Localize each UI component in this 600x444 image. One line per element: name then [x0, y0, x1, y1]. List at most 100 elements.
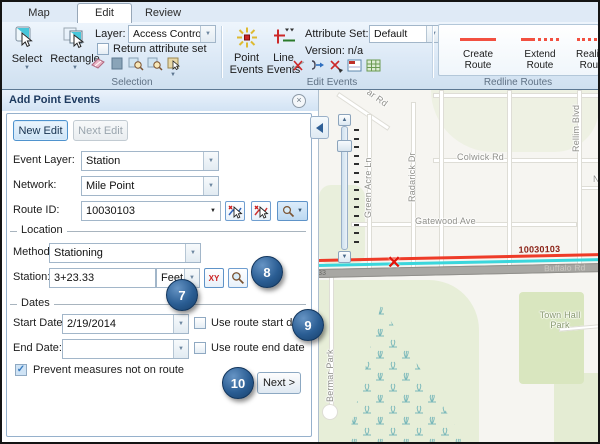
version-label: Version: n/a	[305, 45, 363, 57]
attribute-set-value: Default	[374, 28, 407, 40]
route-id-value: 10030103	[86, 205, 135, 217]
network-combobox[interactable]: Mile Point ▼	[81, 176, 219, 196]
buffalo-rd-label: Buffalo Rd	[544, 262, 586, 273]
pan-to-selection-icon[interactable]	[147, 56, 163, 71]
street-label-green-acre: Green Acre Ln	[363, 157, 373, 218]
network-arrow-icon[interactable]: ▼	[203, 177, 218, 195]
street-label: ar Rd	[365, 90, 389, 109]
zoom-slider-handle[interactable]	[337, 140, 352, 152]
create-route-label: Create Route	[463, 49, 493, 71]
event-layer-value: Station	[86, 155, 120, 167]
redline-routes-box: Create Route Extend Route Realign Route	[438, 24, 599, 76]
map-canvas[interactable]: 10030103 Buffalo Rd 33 ✕ ar Rd Colwick R…	[318, 90, 599, 442]
wetland-symbols	[347, 305, 467, 442]
layer-value: Access Control	[133, 28, 204, 40]
zoom-in-button[interactable]: ▲	[338, 114, 351, 126]
zoom-to-selection-icon[interactable]	[128, 56, 144, 71]
clear-route-selection-button[interactable]	[251, 201, 271, 221]
prevent-measures-checkbox[interactable]: ✓	[15, 364, 27, 376]
merge-events-icon[interactable]	[309, 58, 325, 73]
select-route-on-map-button[interactable]	[225, 201, 245, 221]
selection-options-icon[interactable]	[166, 56, 182, 71]
snap-event-icon[interactable]	[328, 58, 344, 73]
cul-de-sac	[322, 404, 338, 420]
point-events-button[interactable]: Point Events	[228, 25, 265, 76]
zoom-tick	[354, 155, 359, 157]
tab-review[interactable]: Review	[135, 4, 191, 22]
town-hall-park-area	[519, 292, 584, 384]
close-icon[interactable]: ×	[292, 94, 306, 108]
layer-combo-arrow-icon[interactable]: ▼	[200, 26, 215, 42]
callout-badge-7: 7	[166, 279, 198, 311]
extend-route-button[interactable]: Extend Route	[511, 30, 569, 71]
group-separator	[221, 26, 223, 78]
location-legend: Location	[17, 224, 67, 236]
xy-coordinates-button[interactable]: XY	[204, 268, 224, 288]
use-route-end-date-checkbox[interactable]	[194, 342, 206, 354]
end-date-picker[interactable]: ▼	[62, 339, 189, 359]
clear-selection-icon[interactable]	[90, 56, 106, 71]
start-date-arrow-icon[interactable]: ▼	[173, 315, 188, 333]
return-attribute-set-checkbox[interactable]	[97, 43, 109, 55]
route-id-map-label: 10030103	[519, 244, 561, 255]
tab-map[interactable]: Map	[14, 4, 64, 22]
method-arrow-icon[interactable]: ▼	[185, 244, 200, 262]
ribbon-tab-bar: Map Edit Review	[2, 2, 598, 22]
point-events-label: Point Events	[229, 52, 265, 76]
start-date-value: 2/19/2014	[67, 318, 116, 330]
next-button[interactable]: Next >	[257, 372, 301, 394]
rectangle-dropdown-icon[interactable]: ▼	[72, 65, 78, 71]
route-id-combobox[interactable]: 10030103 ▼	[81, 201, 221, 221]
collapse-panel-button[interactable]	[310, 116, 329, 139]
split-event-icon[interactable]	[290, 58, 306, 73]
station-label: Station:	[13, 271, 50, 283]
station-input[interactable]: 3+23.33	[49, 268, 156, 288]
zoom-out-button[interactable]: ▼	[338, 251, 351, 263]
select-label: Select	[12, 53, 43, 65]
callout-badge-8: 8	[251, 256, 283, 288]
zoom-tick	[354, 181, 359, 183]
event-layer-label: Event Layer:	[13, 154, 75, 166]
street-label-rellim: Rellim Blvd	[571, 105, 581, 152]
event-window-icon[interactable]	[347, 58, 363, 73]
magnifier-icon	[231, 271, 245, 285]
route-id-label: Route ID:	[13, 204, 59, 216]
network-value: Mile Point	[86, 180, 134, 192]
tab-edit[interactable]: Edit	[77, 3, 132, 23]
end-date-arrow-icon[interactable]: ▼	[173, 340, 188, 358]
event-table-icon[interactable]	[366, 58, 382, 73]
event-layer-arrow-icon[interactable]: ▼	[203, 152, 218, 170]
new-edit-button[interactable]: New Edit	[13, 120, 68, 141]
chevron-left-icon	[316, 123, 323, 133]
zoom-tick	[354, 129, 359, 131]
road	[581, 186, 599, 190]
select-dropdown-icon[interactable]: ▼	[24, 65, 30, 71]
group-separator	[432, 26, 434, 78]
select-by-area-icon[interactable]	[109, 56, 125, 71]
zoom-tick	[354, 198, 359, 200]
station-zoom-button[interactable]	[228, 268, 248, 288]
realign-route-button[interactable]: Realign Route	[571, 30, 600, 71]
network-label: Network:	[13, 179, 56, 191]
route-id-arrow-icon[interactable]: ▼	[210, 208, 216, 214]
route-zoom-dropdown-button[interactable]: ▼	[277, 201, 308, 221]
start-date-label: Start Date:	[13, 317, 66, 329]
panel-title: Add Point Events	[9, 94, 100, 106]
event-layer-combobox[interactable]: Station ▼	[81, 151, 219, 171]
station-value: 3+23.33	[54, 272, 94, 284]
zoom-tick	[354, 146, 359, 148]
extend-route-label: Extend Route	[524, 49, 555, 71]
create-route-button[interactable]: Create Route	[449, 30, 507, 71]
zoom-tick	[354, 224, 359, 226]
start-date-picker[interactable]: 2/19/2014 ▼	[62, 314, 189, 334]
method-combobox[interactable]: Stationing ▼	[49, 243, 201, 263]
zoom-tick	[354, 189, 359, 191]
layer-combobox[interactable]: Access Control ▼	[128, 25, 216, 43]
dates-legend: Dates	[17, 297, 54, 309]
next-edit-button[interactable]: Next Edit	[73, 120, 128, 141]
use-route-start-date-checkbox[interactable]	[194, 317, 206, 329]
select-button[interactable]: Select ▼	[6, 25, 48, 71]
zoom-tick	[354, 163, 359, 165]
xy-icon: XY	[209, 274, 220, 283]
create-route-icon	[460, 38, 496, 41]
